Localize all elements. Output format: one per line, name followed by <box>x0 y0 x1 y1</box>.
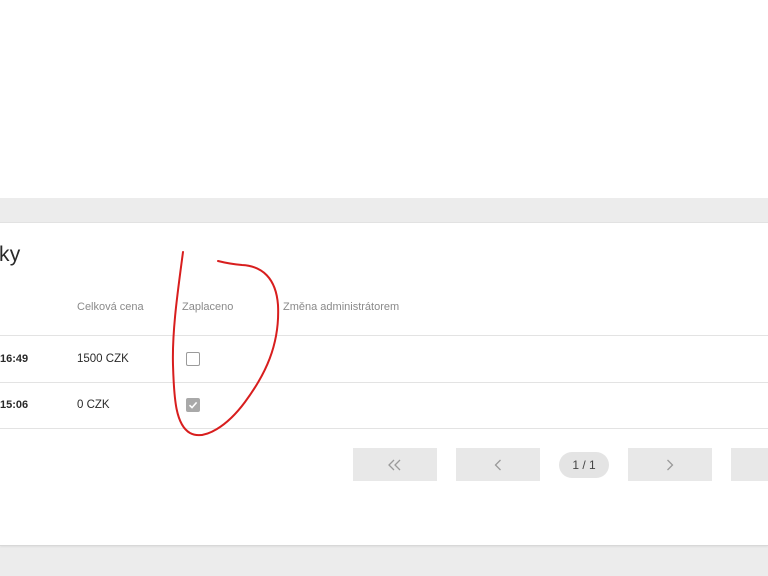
page-indicator: 1 / 1 <box>559 452 609 478</box>
checkmark-icon <box>188 401 198 409</box>
orders-card: ky Celková cena Zaplaceno Změna administ… <box>0 222 768 546</box>
last-page-button[interactable] <box>731 448 768 481</box>
row-total-price: 1500 CZK <box>77 353 129 365</box>
card-title: ky <box>0 243 21 266</box>
row-time: 16:49 <box>0 353 29 365</box>
column-header-admin-change: Změna administrátorem <box>283 301 400 313</box>
row-time: 15:06 <box>0 399 29 411</box>
column-header-total-price: Celková cena <box>77 301 144 313</box>
row-divider <box>0 382 768 383</box>
next-page-button[interactable] <box>628 448 712 481</box>
paid-checkbox[interactable] <box>186 398 200 412</box>
row-divider <box>0 428 768 429</box>
row-total-price: 0 CZK <box>77 399 110 411</box>
column-header-paid: Zaplaceno <box>182 301 234 313</box>
previous-page-button[interactable] <box>456 448 540 481</box>
chevron-right-icon <box>667 459 674 470</box>
chevron-left-icon <box>494 459 501 470</box>
header-divider <box>0 335 768 336</box>
paid-checkbox[interactable] <box>186 352 200 366</box>
first-page-button[interactable] <box>353 448 437 481</box>
double-chevron-left-icon <box>388 459 401 470</box>
